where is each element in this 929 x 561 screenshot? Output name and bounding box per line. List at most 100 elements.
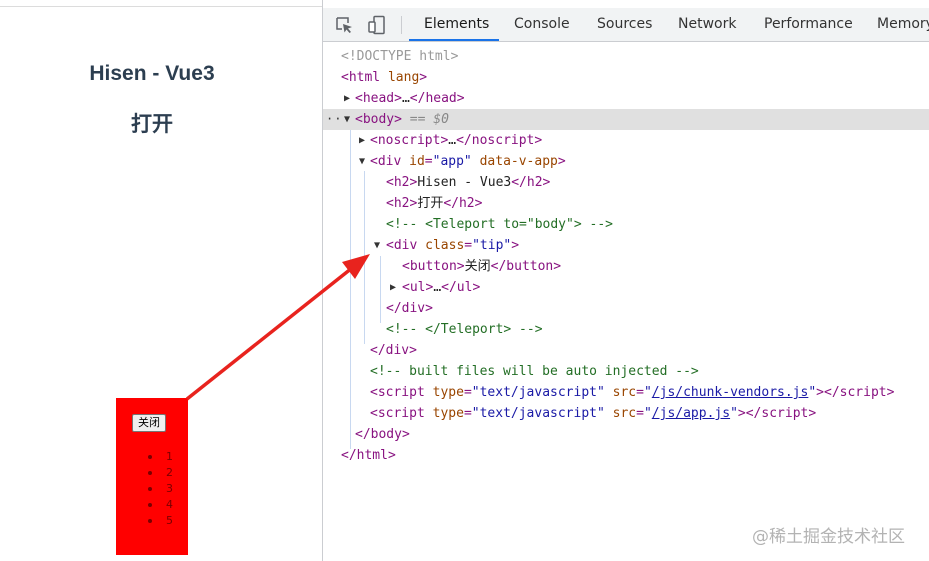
div-tag: div [393, 238, 418, 253]
tree-row-noscript[interactable]: ▶ <noscript>…</noscript> [323, 130, 929, 151]
tree-row-button[interactable]: <button>关闭</button> [323, 256, 929, 277]
h2-tag: h2 [393, 196, 410, 211]
tree-row-h2-title[interactable]: <h2>Hisen - Vue3</h2> [323, 172, 929, 193]
tab-sources[interactable]: Sources [597, 8, 652, 41]
button-tag: button [409, 259, 457, 274]
tree-row-div-app-close[interactable]: </div> [323, 340, 929, 361]
body-close-tag: body [370, 427, 402, 442]
ul-close-tag: ul [456, 280, 473, 295]
noscript-tag: noscript [377, 133, 441, 148]
comment-text: <!-- </Teleport> --> [386, 322, 543, 337]
id-value: "app" [432, 154, 472, 169]
id-attr: id [409, 154, 425, 169]
tab-network[interactable]: Network [678, 8, 736, 41]
tree-row-div-app[interactable]: ▼ <div id="app" data-v-app> [323, 151, 929, 172]
devtools-toolbar: Elements Console Sources Network Perform… [323, 8, 929, 42]
tab-performance[interactable]: Performance [764, 8, 853, 41]
expand-triangle-icon[interactable]: ▶ [359, 130, 365, 151]
html-attr: lang [387, 70, 420, 85]
tree-row-head[interactable]: ▶ <head>…</head> [323, 88, 929, 109]
script-close-tag: script [761, 406, 809, 421]
expand-triangle-icon[interactable]: ▶ [344, 88, 350, 109]
list-item: 1 [148, 449, 173, 465]
collapsed-ellipsis: … [448, 133, 457, 148]
html-tag: html [348, 70, 381, 85]
doctype-text: <!DOCTYPE html> [341, 49, 459, 64]
type-attr: type [432, 385, 464, 400]
active-tab-indicator [409, 39, 499, 41]
tree-row-body-selected[interactable]: ··· ▼ <body> == $0 [323, 109, 929, 130]
tree-row-div-tip[interactable]: ▼ <div class="tip"> [323, 235, 929, 256]
div-close-tag: div [401, 301, 426, 316]
div-tag: div [377, 154, 402, 169]
type-value: "text/javascript" [471, 385, 605, 400]
src-attr: src [612, 385, 637, 400]
h2-close-tag: h2 [526, 175, 543, 190]
open-text[interactable]: 打开 [0, 108, 304, 138]
tip-container: 关闭 1 2 3 4 5 [116, 398, 188, 555]
src-link-vendors[interactable]: /js/chunk-vendors.js [652, 385, 809, 400]
console-ref: == $0 [409, 112, 449, 127]
tree-row-html-close[interactable]: </html> [323, 445, 929, 466]
toolbar-separator [401, 16, 402, 34]
ul-tag: ul [409, 280, 426, 295]
tree-row-script-app[interactable]: <script type="text/javascript" src="/js/… [323, 403, 929, 424]
head-tag: head [362, 91, 395, 106]
collapse-triangle-icon[interactable]: ▼ [359, 151, 365, 172]
h2-text: 打开 [417, 196, 444, 211]
tree-row-comment-teleport-close[interactable]: <!-- </Teleport> --> [323, 319, 929, 340]
tree-row-script-vendors[interactable]: <script type="text/javascript" src="/js/… [323, 382, 929, 403]
tree-row-body-close[interactable]: </body> [323, 424, 929, 445]
device-toolbar-icon[interactable] [367, 15, 387, 35]
script-tag: script [377, 406, 425, 421]
type-value: "text/javascript" [471, 406, 605, 421]
src-attr: src [612, 406, 637, 421]
src-link-app[interactable]: /js/app.js [652, 406, 730, 421]
rendered-page: Hisen - Vue3 打开 关闭 1 2 3 4 5 [0, 0, 322, 561]
list-item: 2 [148, 465, 173, 481]
html-close-tag: html [356, 448, 388, 463]
expand-triangle-icon[interactable]: ▶ [390, 277, 396, 298]
noscript-close-tag: noscript [471, 133, 535, 148]
collapse-triangle-icon[interactable]: ▼ [344, 109, 350, 130]
devtools-panel: Elements Console Sources Network Perform… [323, 0, 929, 561]
watermark: @稀土掘金技术社区 [752, 527, 905, 547]
list-item: 3 [148, 481, 173, 497]
close-button[interactable]: 关闭 [132, 414, 166, 432]
class-attr: class [425, 238, 465, 253]
tree-row-doctype[interactable]: <!DOCTYPE html> [323, 46, 929, 67]
tree-row-html[interactable]: <html lang> [323, 67, 929, 88]
collapsed-ellipsis: … [433, 280, 442, 295]
tree-row-ul[interactable]: ▶ <ul>…</ul> [323, 277, 929, 298]
data-v-app-attr: data-v-app [479, 154, 558, 169]
script-tag: script [377, 385, 425, 400]
tab-memory[interactable]: Memory [877, 8, 929, 41]
button-close-tag: button [506, 259, 554, 274]
list-item: 5 [148, 513, 173, 529]
comment-text: <!-- <Teleport to="body"> --> [386, 217, 613, 232]
script-close-tag: script [839, 385, 887, 400]
comment-text: <!-- built files will be auto injected -… [370, 364, 699, 379]
div-close-tag: div [385, 343, 410, 358]
head-close-tag: head [425, 91, 457, 106]
type-attr: type [432, 406, 464, 421]
tree-row-comment-injected[interactable]: <!-- built files will be auto injected -… [323, 361, 929, 382]
h2-close-tag: h2 [458, 196, 475, 211]
button-text: 关闭 [464, 259, 491, 274]
tree-row-comment-teleport-open[interactable]: <!-- <Teleport to="body"> --> [323, 214, 929, 235]
page-top-border [0, 6, 322, 7]
body-tag: body [362, 112, 395, 127]
class-value: "tip" [472, 238, 512, 253]
tree-row-h2-open[interactable]: <h2>打开</h2> [323, 193, 929, 214]
collapse-triangle-icon[interactable]: ▼ [374, 235, 380, 256]
collapsed-ellipsis: … [401, 91, 410, 106]
inspect-element-icon[interactable] [334, 15, 354, 35]
tree-row-div-tip-close[interactable]: </div> [323, 298, 929, 319]
h2-text: Hisen - Vue3 [417, 175, 512, 190]
tab-console[interactable]: Console [514, 8, 570, 41]
h2-tag: h2 [393, 175, 410, 190]
tip-list: 1 2 3 4 5 [148, 449, 173, 529]
tab-elements[interactable]: Elements [424, 8, 489, 41]
page-title: Hisen - Vue3 [89, 62, 215, 85]
list-item: 4 [148, 497, 173, 513]
